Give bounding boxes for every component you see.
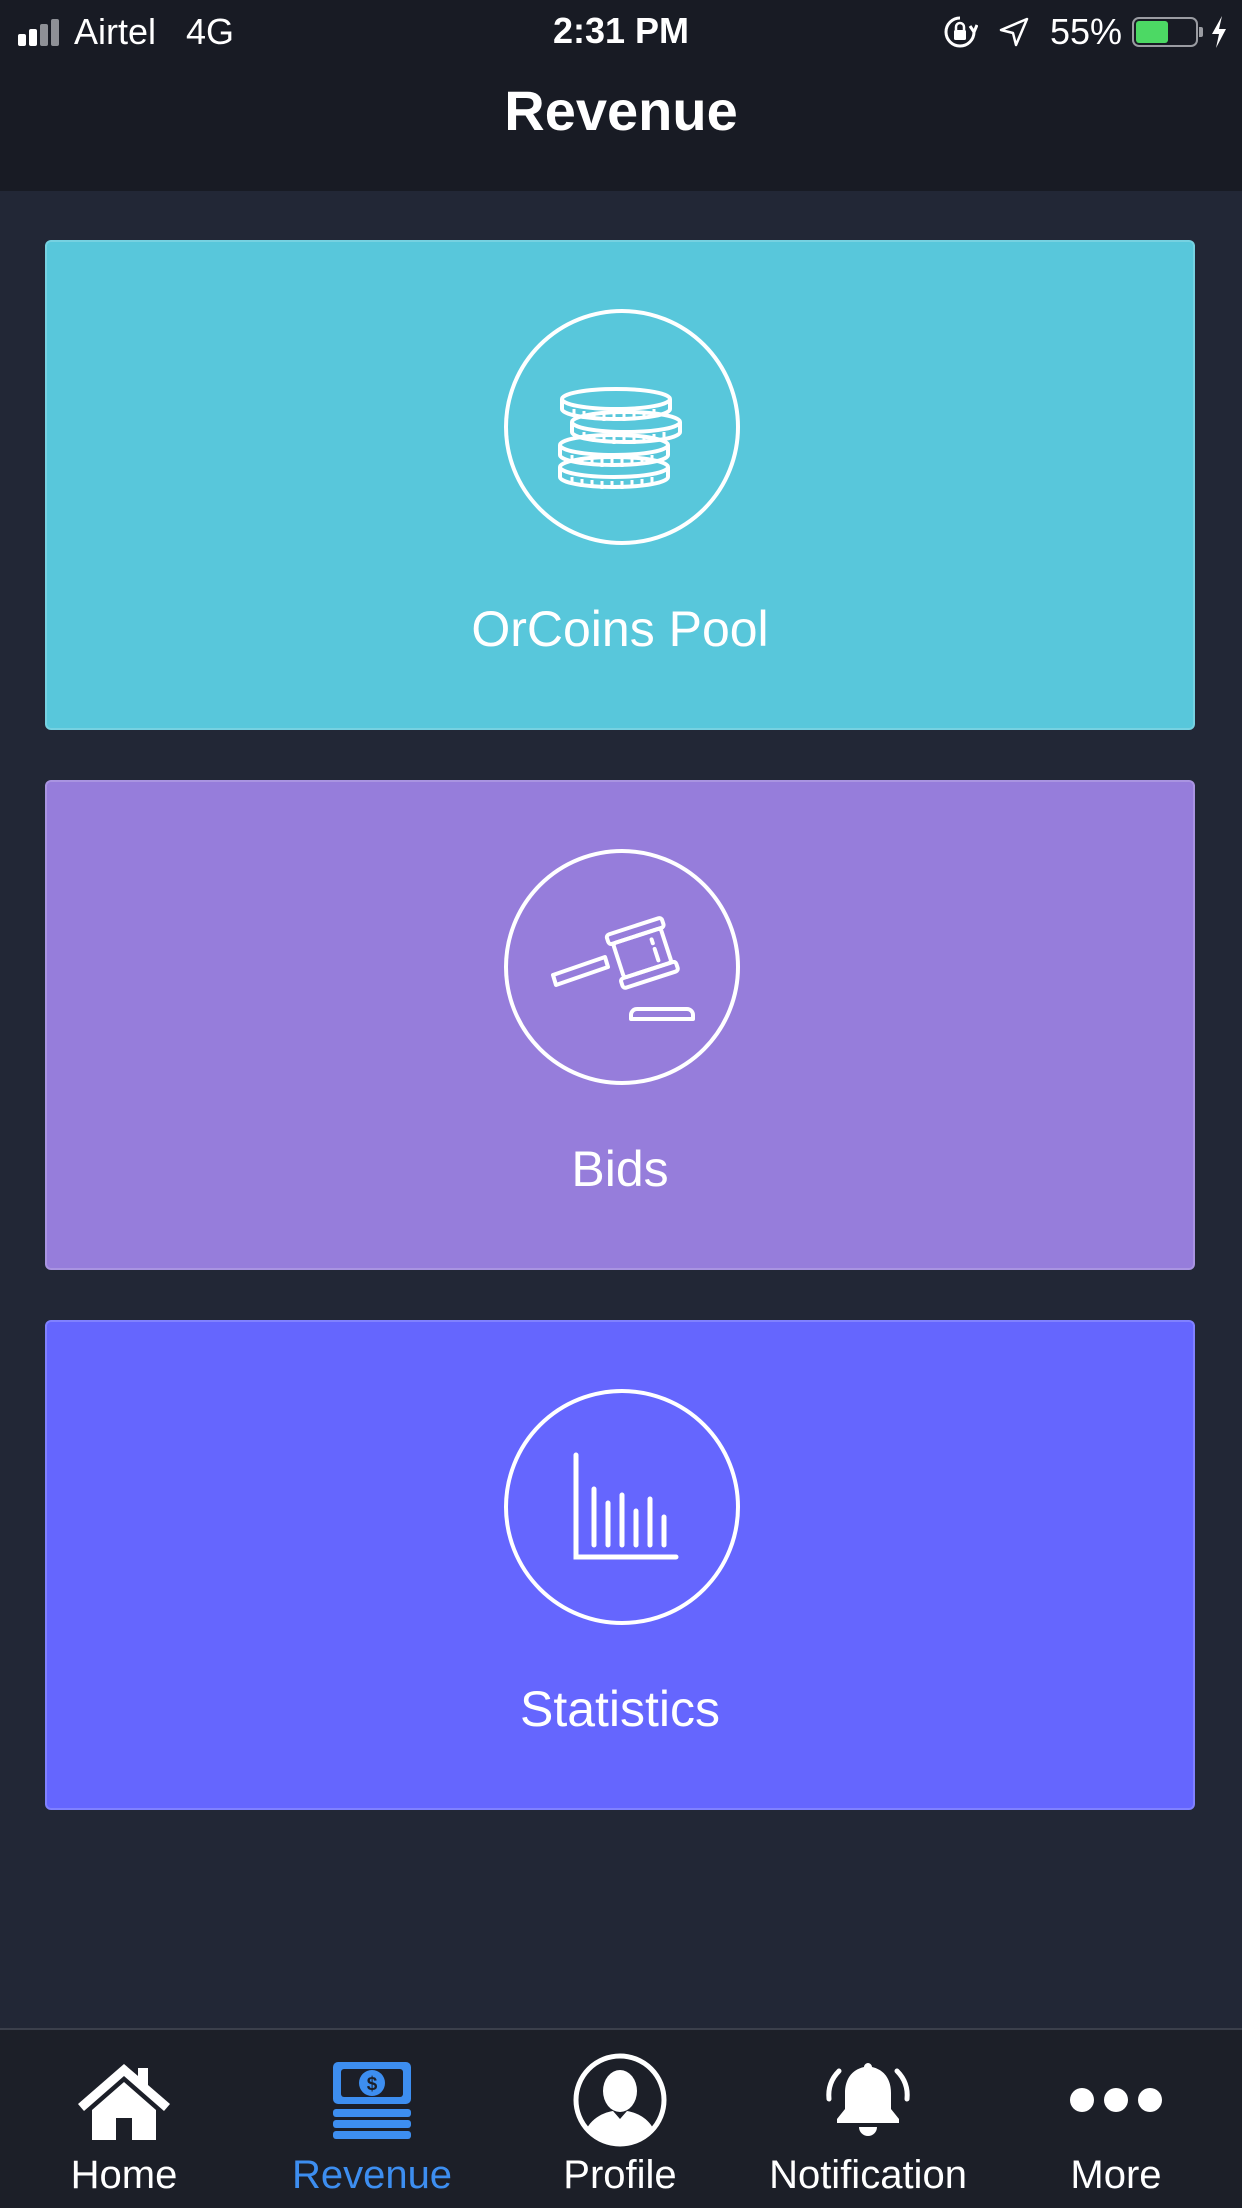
home-icon	[0, 2050, 248, 2150]
statistics-card[interactable]: Statistics	[45, 1320, 1195, 1810]
battery-fill	[1136, 21, 1168, 43]
tab-label: More	[1070, 2153, 1162, 2197]
gavel-icon	[504, 849, 740, 1085]
tab-label: Revenue	[291, 2153, 453, 2197]
card-label-statistics: Statistics	[519, 1681, 721, 1737]
coins-icon	[504, 309, 740, 545]
rotation-lock-icon	[942, 14, 978, 50]
bids-card[interactable]: Bids	[45, 780, 1195, 1270]
tab-label: Notification	[769, 2153, 967, 2197]
tab-label: Home	[70, 2153, 178, 2197]
battery-percent: 55%	[1049, 11, 1122, 52]
bar-chart-icon	[504, 1389, 740, 1625]
page-title: Revenue	[504, 79, 738, 142]
tab-revenue[interactable]: $ Revenue	[248, 2030, 496, 2208]
location-icon	[998, 16, 1030, 48]
profile-icon	[496, 2050, 744, 2150]
charging-icon	[1210, 15, 1228, 49]
tab-notification[interactable]: Notification	[744, 2030, 992, 2208]
tab-profile[interactable]: Profile	[496, 2030, 744, 2208]
header: Airtel 4G 2:31 PM 55% Revenue	[0, 0, 1242, 191]
svg-text:$: $	[367, 2074, 378, 2095]
battery-icon	[1132, 17, 1203, 47]
money-icon: $	[248, 2050, 496, 2150]
tab-bar: Home $ Revenue Profile Notification More	[0, 2028, 1242, 2208]
tab-label: Profile	[563, 2153, 677, 2197]
bell-icon	[744, 2050, 992, 2150]
status-right: 55%	[942, 10, 1228, 54]
status-bar: Airtel 4G 2:31 PM 55%	[0, 0, 1242, 62]
tab-more[interactable]: More	[992, 2030, 1240, 2208]
card-label-bids: Bids	[571, 1141, 669, 1197]
card-label-orcoins-pool: OrCoins Pool	[471, 601, 769, 657]
tab-home[interactable]: Home	[0, 2030, 248, 2208]
more-icon	[992, 2050, 1240, 2150]
orcoins-pool-card[interactable]: OrCoins Pool	[45, 240, 1195, 730]
